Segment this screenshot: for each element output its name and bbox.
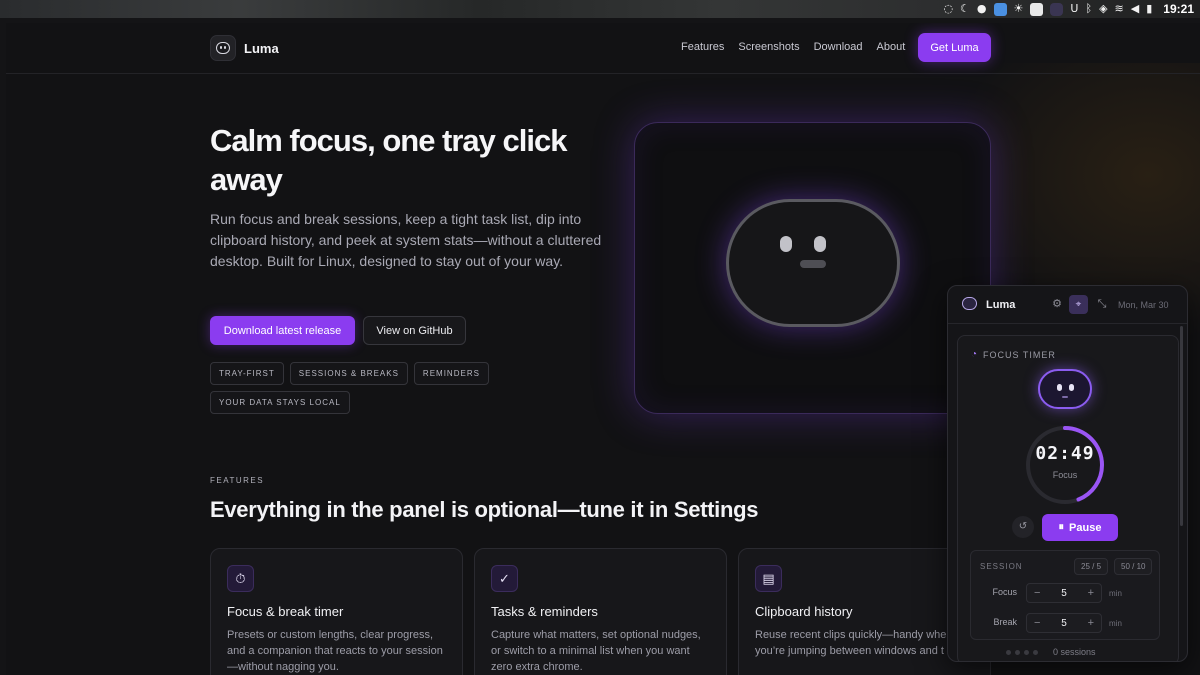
window-tray-icon[interactable] bbox=[1030, 2, 1044, 16]
timer-display: 02:49 bbox=[1035, 443, 1095, 464]
nav-link-screenshots[interactable]: Screenshots bbox=[738, 41, 799, 53]
session-label: SESSION bbox=[980, 562, 1023, 571]
features-title: Everything in the panel is optional—tune… bbox=[210, 497, 759, 522]
focus-length-stepper[interactable]: − 5 + bbox=[1026, 583, 1102, 603]
tag: TRAY-FIRST bbox=[210, 362, 284, 385]
bluetooth-icon[interactable]: ᛒ bbox=[1085, 0, 1092, 18]
focus-length-value: 5 bbox=[1061, 587, 1067, 599]
focus-timer-card: ◔ FOCUS TIMER 02:49 Focus ↺ ⏸ Pause SESS… bbox=[957, 335, 1179, 661]
hero-subtitle: Run focus and break sessions, keep a tig… bbox=[210, 211, 602, 269]
session-settings: SESSION 25 / 5 50 / 10 Focus − 5 + min B… bbox=[970, 550, 1160, 640]
system-tray: ◌ ☾ ● ☀ U ᛒ ◈ ≋ ◀ ▮ 19:21 bbox=[943, 0, 1194, 18]
luma-panel: Luma ⚙ ⌖ ⤡ Mon, Mar 30 ◔ FOCUS TIMER 02:… bbox=[947, 285, 1188, 662]
increment-icon[interactable]: + bbox=[1088, 617, 1094, 629]
progress-ring bbox=[1026, 426, 1104, 504]
hero-illustration bbox=[634, 122, 991, 414]
night-mode-icon[interactable]: ☾ bbox=[960, 0, 970, 18]
break-length-value: 5 bbox=[1061, 617, 1067, 629]
decrement-icon[interactable]: − bbox=[1034, 617, 1040, 629]
timer-icon: ◔ bbox=[971, 349, 978, 360]
tag: SESSIONS & BREAKS bbox=[289, 362, 408, 385]
nav-link-features[interactable]: Features bbox=[681, 41, 724, 53]
panel-title: Luma bbox=[986, 299, 1016, 311]
timer-label-text: FOCUS TIMER bbox=[983, 349, 1056, 360]
feature-description: Capture what matters, set optional nudge… bbox=[491, 629, 701, 673]
luma-mascot-icon bbox=[726, 199, 900, 327]
luma-logo-icon bbox=[210, 35, 236, 61]
app-tray-icon[interactable] bbox=[993, 2, 1007, 16]
magnet-icon[interactable]: U bbox=[1070, 0, 1078, 18]
reset-icon[interactable]: ↺ bbox=[1012, 516, 1034, 538]
tag: REMINDERS bbox=[413, 362, 489, 385]
brand[interactable]: Luma bbox=[210, 35, 279, 61]
collapse-icon[interactable]: ⤡ bbox=[1094, 296, 1110, 312]
nav-link-download[interactable]: Download bbox=[814, 41, 863, 53]
feature-card-timer: ⏱ Focus & break timer Presets or custom … bbox=[210, 548, 463, 675]
pause-label: Pause bbox=[1069, 521, 1102, 534]
pause-button[interactable]: ⏸ Pause bbox=[1042, 514, 1118, 541]
luma-tray-icon[interactable] bbox=[1050, 2, 1064, 16]
session-count: 0 sessions bbox=[1053, 647, 1096, 657]
feature-title: Clipboard history bbox=[755, 604, 853, 619]
brand-name: Luma bbox=[244, 40, 279, 56]
increment-icon[interactable]: + bbox=[1088, 587, 1094, 599]
break-length-label: Break bbox=[993, 617, 1017, 627]
feature-description: Reuse recent clips quickly—handy when yo… bbox=[755, 629, 953, 657]
panel-header: Luma ⚙ ⌖ ⤡ Mon, Mar 30 bbox=[948, 286, 1187, 324]
nav-link-about[interactable]: About bbox=[877, 41, 906, 53]
feature-title: Focus & break timer bbox=[227, 604, 344, 619]
view-github-button[interactable]: View on GitHub bbox=[363, 316, 466, 345]
pin-icon[interactable]: ⌖ bbox=[1069, 295, 1088, 314]
download-release-button[interactable]: Download latest release bbox=[210, 316, 355, 345]
nav-links: Features Screenshots Download About bbox=[681, 41, 905, 53]
get-luma-button[interactable]: Get Luma bbox=[918, 33, 991, 62]
settings-gear-icon[interactable]: ⚙ bbox=[1049, 296, 1065, 312]
panel-scrollbar[interactable] bbox=[1180, 326, 1183, 526]
hero-title: Calm focus, one tray click away bbox=[210, 123, 567, 197]
volume-icon[interactable]: ◀ bbox=[1131, 0, 1139, 18]
pause-icon: ⏸ bbox=[1058, 521, 1065, 533]
site-header: Luma Features Screenshots Download About… bbox=[6, 23, 1200, 74]
tag: YOUR DATA STAYS LOCAL bbox=[210, 391, 350, 414]
unit-label: min bbox=[1109, 619, 1122, 628]
clipboard-icon: ▤ bbox=[755, 565, 782, 592]
wifi-icon[interactable]: ≋ bbox=[1115, 0, 1124, 18]
hero-tags: TRAY-FIRST SESSIONS & BREAKS REMINDERS Y… bbox=[210, 362, 500, 414]
features-eyebrow: FEATURES bbox=[210, 476, 265, 485]
luma-logo-icon bbox=[962, 297, 977, 310]
preset-50-10-button[interactable]: 50 / 10 bbox=[1114, 558, 1153, 575]
decrement-icon[interactable]: − bbox=[1034, 587, 1040, 599]
feature-card-tasks: ✓ Tasks & reminders Capture what matters… bbox=[474, 548, 727, 675]
system-top-bar: ◌ ☾ ● ☀ U ᛒ ◈ ≋ ◀ ▮ 19:21 bbox=[0, 0, 1200, 18]
user-icon[interactable]: ● bbox=[977, 0, 987, 18]
session-dots bbox=[1006, 650, 1038, 655]
system-clock[interactable]: 19:21 bbox=[1163, 2, 1194, 16]
panel-date: Mon, Mar 30 bbox=[1118, 300, 1169, 310]
feature-description: Presets or custom lengths, clear progres… bbox=[227, 629, 443, 673]
preset-25-5-button[interactable]: 25 / 5 bbox=[1074, 558, 1109, 575]
companion-pet-icon[interactable] bbox=[1038, 369, 1092, 409]
sync-icon[interactable]: ◌ bbox=[943, 0, 953, 18]
checkmark-icon: ✓ bbox=[491, 565, 518, 592]
unit-label: min bbox=[1109, 589, 1122, 598]
battery-icon[interactable]: ▮ bbox=[1146, 0, 1152, 18]
shield-icon[interactable]: ◈ bbox=[1099, 0, 1107, 18]
break-length-stepper[interactable]: − 5 + bbox=[1026, 613, 1102, 633]
weather-icon[interactable]: ☀ bbox=[1014, 0, 1024, 18]
stopwatch-icon: ⏱ bbox=[227, 565, 254, 592]
timer-label: ◔ FOCUS TIMER bbox=[971, 349, 1056, 360]
timer-mode: Focus bbox=[1052, 470, 1078, 480]
focus-length-label: Focus bbox=[992, 587, 1017, 597]
feature-title: Tasks & reminders bbox=[491, 604, 598, 619]
